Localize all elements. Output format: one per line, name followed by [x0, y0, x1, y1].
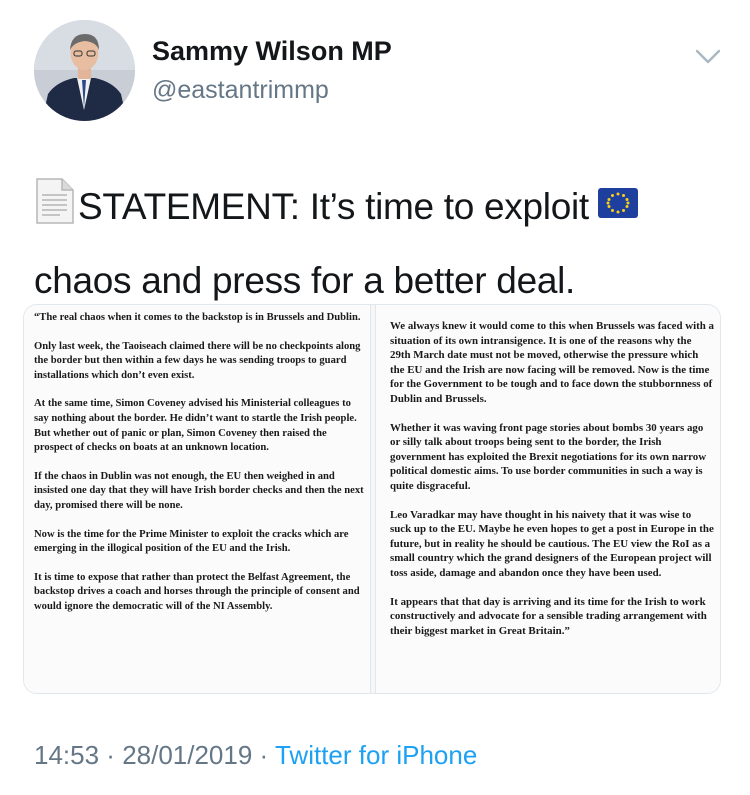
page-facing-up-emoji: [34, 176, 76, 224]
statement-page-left: “The real chaos when it comes to the bac…: [24, 305, 371, 693]
author-handle[interactable]: @eastantrimmp: [152, 76, 329, 105]
tweet-text-rest: chaos and press for a better deal.: [34, 260, 576, 301]
avatar[interactable]: [34, 20, 135, 121]
statement-paragraph: It appears that that day is arriving and…: [390, 595, 707, 637]
statement-paragraph: “The real chaos when it comes to the bac…: [34, 312, 361, 323]
eu-flag-emoji: [597, 173, 639, 218]
author-name[interactable]: Sammy Wilson MP: [152, 36, 392, 67]
statement-paragraph: If the chaos in Dublin was not enough, t…: [34, 470, 364, 511]
profile-photo: [34, 20, 135, 121]
tweet-text: STATEMENT: It’s time to exploit chaos an…: [34, 170, 724, 318]
statement-paragraph: It is time to expose that rather than pr…: [34, 571, 360, 612]
chevron-down-icon[interactable]: [690, 46, 726, 68]
statement-paragraph: Whether it was waving front page stories…: [390, 421, 707, 492]
statement-paragraph: Now is the time for the Prime Minister t…: [34, 528, 349, 555]
statement-paragraph: Only last week, the Taoiseach claimed th…: [34, 340, 361, 381]
statement-paragraph: Leo Varadkar may have thought in his nai…: [390, 508, 714, 579]
statement-page-right: We always knew it would come to this whe…: [375, 305, 720, 693]
tweet-source-link[interactable]: Twitter for iPhone: [275, 740, 477, 770]
meta-separator: ·: [252, 740, 275, 770]
meta-separator: ·: [99, 740, 123, 770]
statement-paragraph: We always knew it would come to this whe…: [390, 320, 715, 405]
tweet-metadata: 14:53 · 28/01/2019 · Twitter for iPhone: [34, 740, 477, 771]
statement-image[interactable]: “The real chaos when it comes to the bac…: [23, 304, 721, 694]
tweet-text-main: STATEMENT: It’s time to exploit: [78, 186, 589, 227]
tweet-date[interactable]: 28/01/2019: [122, 740, 252, 770]
tweet-time[interactable]: 14:53: [34, 740, 99, 770]
statement-paragraph: At the same time, Simon Coveney advised …: [34, 398, 357, 454]
